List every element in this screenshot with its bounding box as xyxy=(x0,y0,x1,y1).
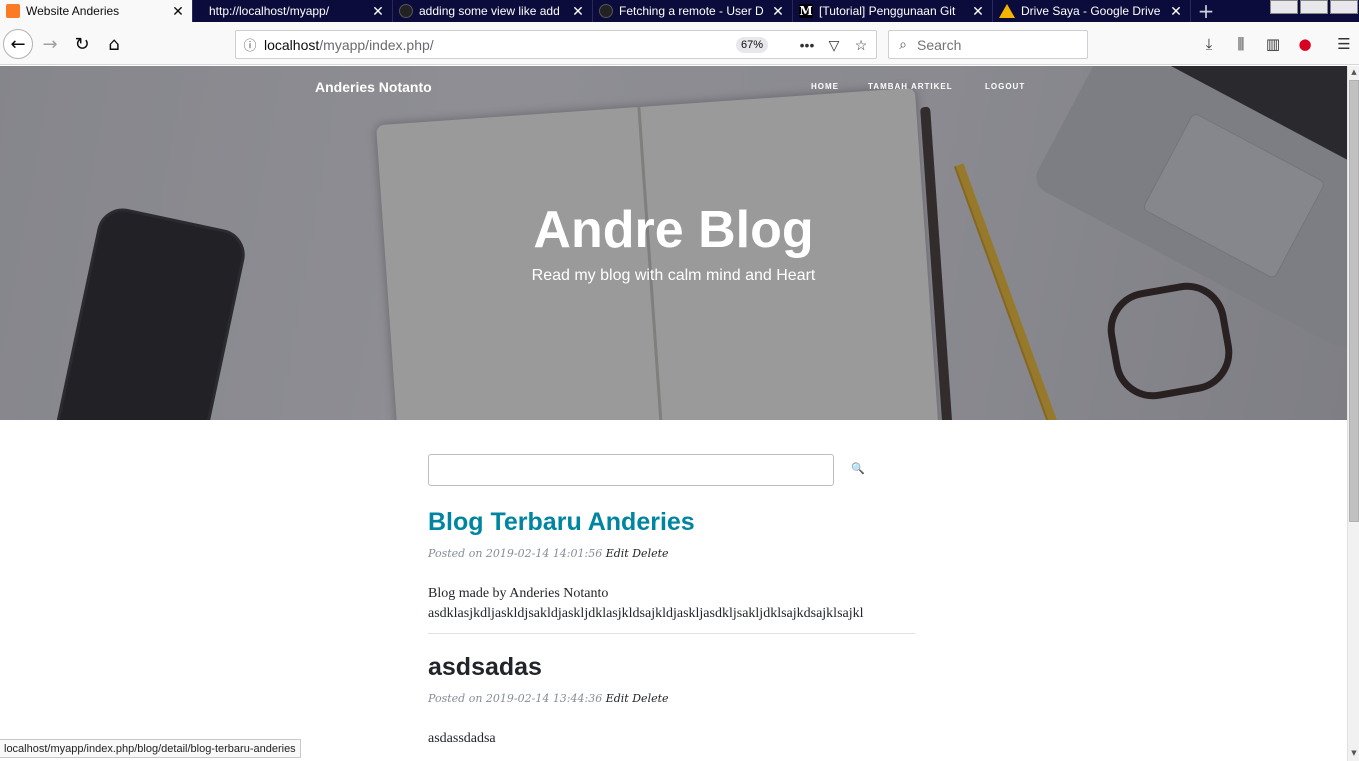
tab-title: http://localhost/myapp/ xyxy=(209,4,330,18)
url-bar[interactable]: ⓘ localhost/myapp/index.php/ 67% ••• ▽ ☆ xyxy=(235,30,877,59)
zoom-indicator[interactable]: 67% xyxy=(736,37,769,53)
post-delete-link[interactable]: Delete xyxy=(632,692,668,705)
tab-close-icon[interactable]: ✕ xyxy=(970,3,986,20)
menu-hamburger-icon[interactable]: ☰ xyxy=(1333,33,1355,55)
pocket-icon[interactable]: ▽ xyxy=(823,34,845,56)
github-icon xyxy=(399,4,413,18)
extension-icon[interactable]: ● xyxy=(1294,33,1316,55)
tab-title: Fetching a remote - User D xyxy=(619,4,764,18)
page-scrollbar[interactable]: ▲ ▼ xyxy=(1347,66,1359,761)
tab-close-icon[interactable]: ✕ xyxy=(570,3,586,20)
reload-icon: ↻ xyxy=(74,33,90,55)
post-body: Blog made by Anderies Notanto asdklasjkd… xyxy=(428,584,864,624)
tab-close-icon[interactable]: ✕ xyxy=(1168,3,1184,20)
url-path: /myapp/index.php/ xyxy=(319,36,434,53)
maximize-button[interactable] xyxy=(1300,0,1328,14)
github-icon xyxy=(599,4,613,18)
xampp-icon xyxy=(6,4,20,18)
back-button[interactable]: ← xyxy=(3,29,33,59)
tab-localhost-myapp[interactable]: http://localhost/myapp/ ✕ xyxy=(193,0,393,22)
tab-github-adding-view[interactable]: adding some view like add ✕ xyxy=(393,0,593,22)
back-arrow-icon: ← xyxy=(10,33,26,55)
library-icon[interactable]: ⫼ xyxy=(1230,33,1252,55)
post-date: Posted on 2019-02-14 13:44:36 xyxy=(428,692,603,705)
page-actions-icon[interactable]: ••• xyxy=(796,34,818,56)
reload-button[interactable]: ↻ xyxy=(68,30,96,58)
post-body-line: asdklasjkdljaskldjsakldjaskljdklasjkldsa… xyxy=(428,606,864,621)
search-icon: 🔍 xyxy=(851,462,865,475)
hero-header: Anderies Notanto HOME TAMBAH ARTIKEL LOG… xyxy=(0,66,1347,420)
nav-tambah-artikel-link[interactable]: TAMBAH ARTIKEL xyxy=(868,82,953,91)
blog-search-button[interactable]: 🔍 xyxy=(850,462,866,478)
minimize-button[interactable] xyxy=(1270,0,1298,14)
post-title-link[interactable]: Blog Terbaru Anderies xyxy=(428,508,695,537)
search-icon: ⌕ xyxy=(899,36,907,52)
page-viewport: Anderies Notanto HOME TAMBAH ARTIKEL LOG… xyxy=(0,66,1347,761)
post-body-line: asdassdadsa xyxy=(428,731,496,746)
sidebar-icon[interactable]: ▥ xyxy=(1262,33,1284,55)
post-body-line: Blog made by Anderies Notanto xyxy=(428,586,609,601)
post-meta: Posted on 2019-02-14 13:44:36 Edit Delet… xyxy=(428,692,669,705)
scroll-up-icon[interactable]: ▲ xyxy=(1349,68,1359,78)
search-placeholder: Search xyxy=(917,36,962,53)
navigation-toolbar: ← → ↻ ⌂ ⓘ localhost/myapp/index.php/ 67%… xyxy=(0,22,1359,65)
post-body: asdassdadsa xyxy=(428,729,496,749)
tab-close-icon[interactable]: ✕ xyxy=(770,3,786,20)
blog-search-form: 🔍 xyxy=(428,454,918,486)
nav-logout-link[interactable]: LOGOUT xyxy=(985,82,1025,91)
nav-home-link[interactable]: HOME xyxy=(811,82,839,91)
post-edit-link[interactable]: Edit xyxy=(606,692,629,705)
window-close-button[interactable] xyxy=(1330,0,1358,14)
tab-google-drive[interactable]: Drive Saya - Google Drive ✕ xyxy=(993,0,1191,22)
new-tab-button[interactable]: + xyxy=(1191,0,1221,23)
scroll-down-icon[interactable]: ▼ xyxy=(1349,749,1359,759)
site-info-icon[interactable]: ⓘ xyxy=(236,35,264,54)
url-host: localhost xyxy=(264,36,320,53)
search-bar[interactable]: ⌕ Search xyxy=(888,30,1088,59)
blank-favicon-icon xyxy=(199,4,203,18)
tab-close-icon[interactable]: ✕ xyxy=(370,3,386,20)
downloads-icon[interactable]: ⤓ xyxy=(1198,33,1220,55)
tab-strip: Website Anderies ✕ http://localhost/myap… xyxy=(0,0,1359,23)
tab-title: [Tutorial] Penggunaan Git xyxy=(819,4,956,18)
bookmark-star-icon[interactable]: ☆ xyxy=(850,34,872,56)
post-meta: Posted on 2019-02-14 14:01:56 Edit Delet… xyxy=(428,547,669,560)
google-drive-icon xyxy=(999,4,1015,18)
hero-title: Andre Blog xyxy=(533,201,814,259)
status-bar-link-preview: localhost/myapp/index.php/blog/detail/bl… xyxy=(0,739,301,758)
tab-medium-tutorial-git[interactable]: M [Tutorial] Penggunaan Git ✕ xyxy=(793,0,993,22)
tab-title: Drive Saya - Google Drive xyxy=(1021,4,1161,18)
medium-icon: M xyxy=(799,4,813,18)
scrollbar-thumb[interactable] xyxy=(1349,80,1359,522)
tab-title: Website Anderies xyxy=(26,4,120,18)
window-controls xyxy=(1269,0,1359,22)
forward-button[interactable]: → xyxy=(36,30,64,58)
site-brand[interactable]: Anderies Notanto xyxy=(315,79,432,95)
hero-subtitle: Read my blog with calm mind and Heart xyxy=(531,267,816,284)
post-edit-link[interactable]: Edit xyxy=(606,547,629,560)
tab-website-anderies[interactable]: Website Anderies ✕ xyxy=(0,0,193,22)
home-button[interactable]: ⌂ xyxy=(100,30,128,58)
tab-github-fetching-remote[interactable]: Fetching a remote - User D ✕ xyxy=(593,0,793,22)
forward-arrow-icon: → xyxy=(42,33,58,55)
blog-search-input[interactable] xyxy=(428,454,834,486)
tab-title: adding some view like add xyxy=(419,4,560,18)
post-date: Posted on 2019-02-14 14:01:56 xyxy=(428,547,603,560)
post-divider xyxy=(428,633,915,634)
home-icon: ⌂ xyxy=(108,33,120,55)
post-delete-link[interactable]: Delete xyxy=(632,547,668,560)
post-title-link[interactable]: asdsadas xyxy=(428,653,542,682)
tab-close-icon[interactable]: ✕ xyxy=(170,3,186,20)
